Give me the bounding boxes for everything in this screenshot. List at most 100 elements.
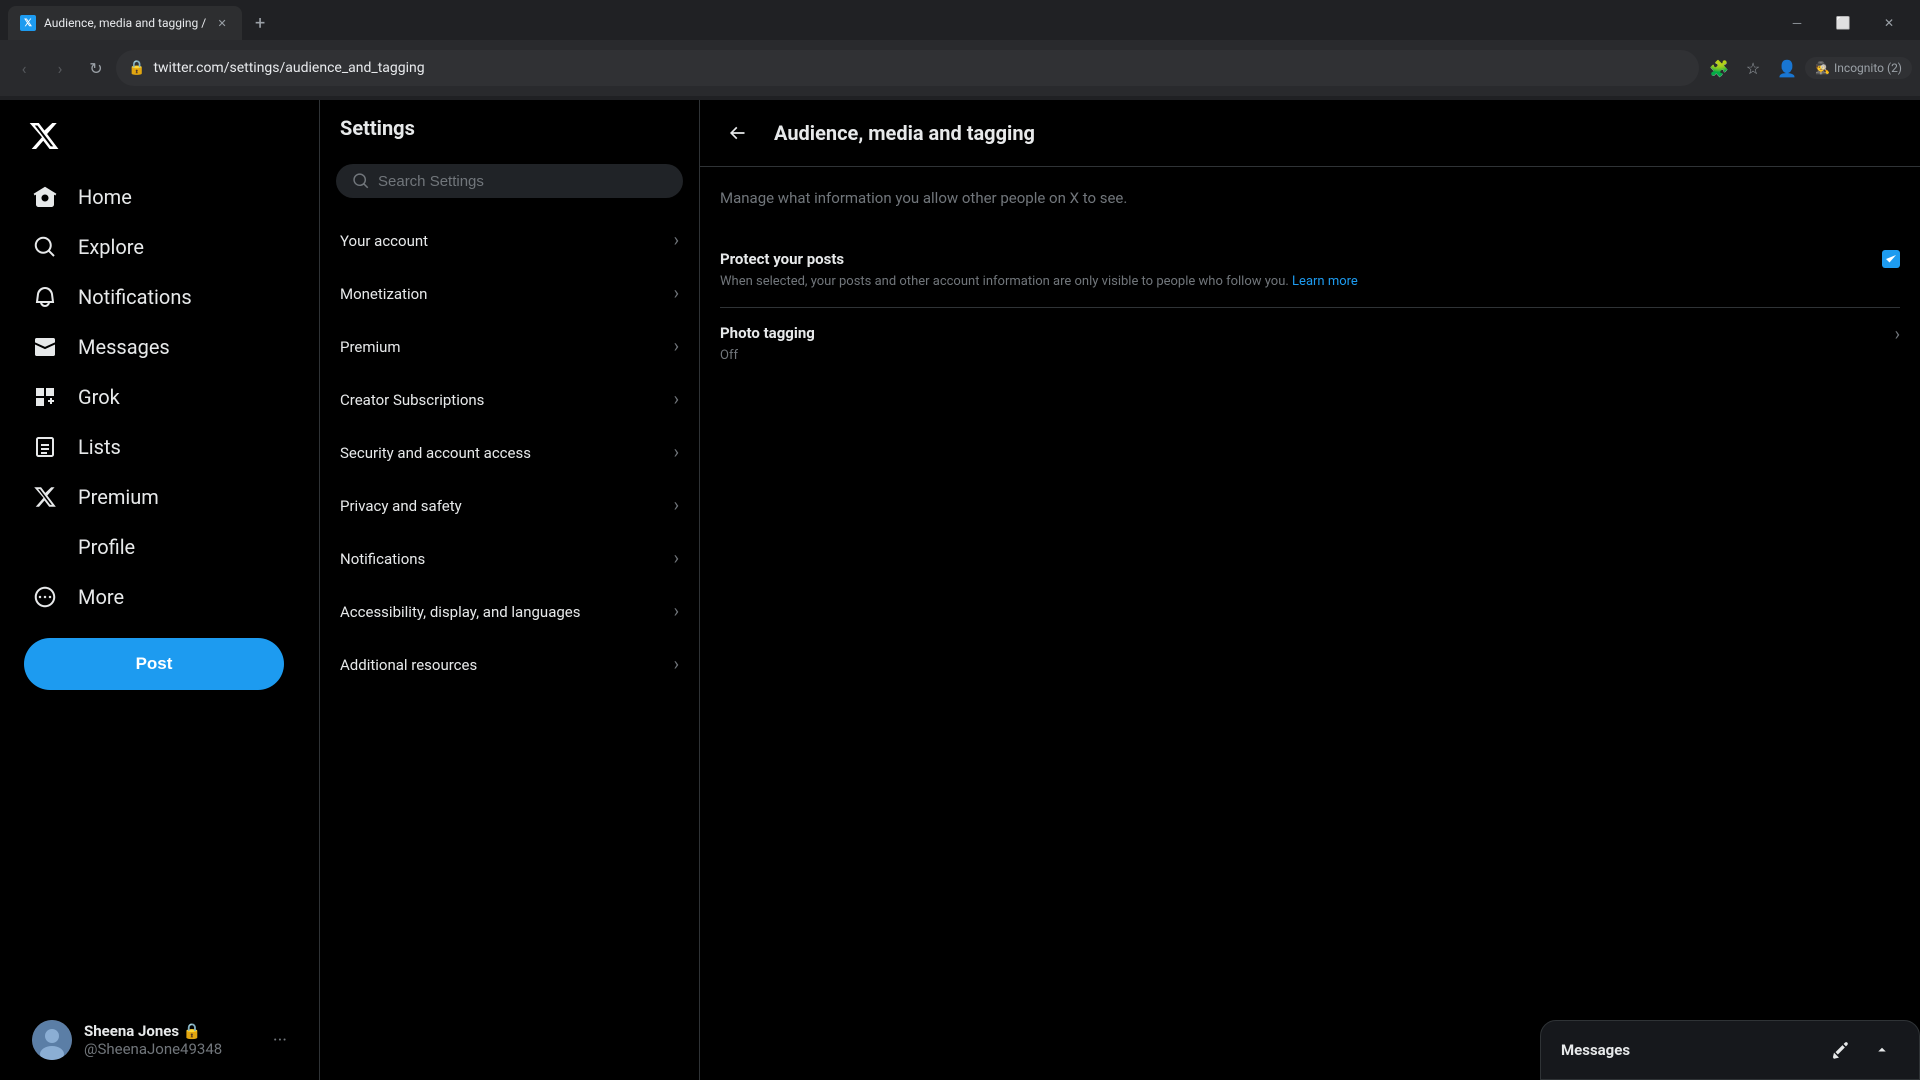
settings-item-additional[interactable]: Additional resources › bbox=[320, 638, 699, 691]
content-title: Audience, media and tagging bbox=[774, 121, 1035, 145]
settings-item-notifications[interactable]: Notifications › bbox=[320, 532, 699, 585]
sidebar-item-label-explore: Explore bbox=[78, 235, 144, 259]
browser-tabs: 𝕏 Audience, media and tagging / ✕ + ─ ⬜ … bbox=[0, 0, 1920, 40]
checkmark-icon bbox=[1885, 253, 1897, 265]
chevron-right-icon: › bbox=[674, 336, 679, 357]
bookmark-icon[interactable]: ☆ bbox=[1737, 52, 1769, 84]
profile-icon[interactable]: 👤 bbox=[1771, 52, 1803, 84]
content-header: Audience, media and tagging bbox=[700, 100, 1920, 167]
photo-tagging-control: › bbox=[1895, 324, 1900, 345]
mail-icon bbox=[32, 334, 58, 360]
protect-posts-checkbox[interactable] bbox=[1882, 250, 1900, 268]
messages-bubble-title: Messages bbox=[1561, 1041, 1630, 1059]
home-icon bbox=[32, 184, 58, 210]
sidebar-item-messages[interactable]: Messages bbox=[16, 322, 303, 372]
reload-button[interactable]: ↻ bbox=[80, 52, 112, 84]
chevron-right-icon: › bbox=[674, 495, 679, 516]
sidebar-item-lists[interactable]: Lists bbox=[16, 422, 303, 472]
list-icon bbox=[32, 434, 58, 460]
content-description: Manage what information you allow other … bbox=[720, 187, 1900, 210]
sidebar-item-label-messages: Messages bbox=[78, 335, 170, 359]
tab-title: Audience, media and tagging / bbox=[44, 16, 206, 30]
settings-item-text-premium: Premium bbox=[340, 338, 401, 356]
messages-bubble[interactable]: Messages bbox=[1540, 1020, 1920, 1080]
search-settings-container bbox=[320, 156, 699, 206]
compose-message-button[interactable] bbox=[1823, 1033, 1857, 1067]
settings-item-text-notifications: Notifications bbox=[340, 550, 425, 568]
settings-item-text-security: Security and account access bbox=[340, 444, 531, 462]
post-button[interactable]: Post bbox=[24, 638, 284, 690]
incognito-label: Incognito (2) bbox=[1834, 61, 1902, 75]
x-logo[interactable] bbox=[16, 108, 303, 168]
photo-tagging-title: Photo tagging bbox=[720, 324, 1875, 342]
chevron-right-icon: › bbox=[674, 654, 679, 675]
settings-item-your-account[interactable]: Your account › bbox=[320, 214, 699, 267]
user-info: Sheena Jones 🔒 @SheenaJone49348 bbox=[84, 1022, 261, 1058]
sidebar-item-home[interactable]: Home bbox=[16, 172, 303, 222]
sidebar-item-explore[interactable]: Explore bbox=[16, 222, 303, 272]
user-icon bbox=[32, 534, 58, 560]
incognito-icon: 🕵 bbox=[1815, 61, 1830, 75]
protect-posts-setting[interactable]: Protect your posts When selected, your p… bbox=[720, 234, 1900, 309]
chevron-right-icon: › bbox=[674, 283, 679, 304]
settings-item-premium[interactable]: Premium › bbox=[320, 320, 699, 373]
window-controls: ─ ⬜ ✕ bbox=[1774, 7, 1912, 39]
compose-icon bbox=[1831, 1041, 1849, 1059]
sidebar: Home Explore Notifications Messages Grok bbox=[0, 100, 320, 1080]
photo-tagging-info: Photo tagging Off bbox=[720, 324, 1875, 366]
tab-close-button[interactable]: ✕ bbox=[214, 15, 230, 31]
settings-panel: Settings Your account › Monetization › P… bbox=[320, 100, 700, 1080]
new-tab-button[interactable]: + bbox=[246, 9, 274, 37]
photo-tagging-setting[interactable]: Photo tagging Off › bbox=[720, 308, 1900, 382]
sidebar-item-label-home: Home bbox=[78, 185, 132, 209]
settings-item-text-additional: Additional resources bbox=[340, 656, 477, 674]
premium-icon bbox=[32, 484, 58, 510]
settings-item-monetization[interactable]: Monetization › bbox=[320, 267, 699, 320]
more-icon bbox=[32, 584, 58, 610]
settings-item-privacy[interactable]: Privacy and safety › bbox=[320, 479, 699, 532]
sidebar-item-more[interactable]: More bbox=[16, 572, 303, 622]
settings-item-text-monetization: Monetization bbox=[340, 285, 427, 303]
nav-right-controls: 🧩 ☆ 👤 🕵 Incognito (2) bbox=[1703, 52, 1912, 84]
sidebar-item-premium[interactable]: Premium bbox=[16, 472, 303, 522]
sidebar-item-grok[interactable]: Grok bbox=[16, 372, 303, 422]
bubble-actions bbox=[1823, 1033, 1899, 1067]
chevron-right-icon: › bbox=[674, 389, 679, 410]
active-tab[interactable]: 𝕏 Audience, media and tagging / ✕ bbox=[8, 6, 242, 40]
sidebar-item-label-premium: Premium bbox=[78, 485, 159, 509]
maximize-button[interactable]: ⬜ bbox=[1820, 7, 1866, 39]
address-bar[interactable]: 🔒 twitter.com/settings/audience_and_tagg… bbox=[116, 50, 1699, 86]
protect-posts-control bbox=[1882, 250, 1900, 268]
sidebar-item-label-notifications: Notifications bbox=[78, 285, 192, 309]
settings-item-accessibility[interactable]: Accessibility, display, and languages › bbox=[320, 585, 699, 638]
back-button[interactable] bbox=[720, 116, 754, 150]
chevron-right-icon: › bbox=[674, 601, 679, 622]
sidebar-item-label-more: More bbox=[78, 585, 124, 609]
close-button[interactable]: ✕ bbox=[1866, 7, 1912, 39]
minimize-button[interactable]: ─ bbox=[1774, 7, 1820, 39]
settings-item-security[interactable]: Security and account access › bbox=[320, 426, 699, 479]
avatar bbox=[32, 1020, 72, 1060]
settings-header: Settings bbox=[320, 100, 699, 156]
incognito-badge[interactable]: 🕵 Incognito (2) bbox=[1805, 57, 1912, 79]
app-container: Home Explore Notifications Messages Grok bbox=[0, 100, 1920, 1080]
search-icon bbox=[32, 234, 58, 260]
address-url: twitter.com/settings/audience_and_taggin… bbox=[153, 60, 1687, 76]
content-body: Manage what information you allow other … bbox=[700, 167, 1920, 402]
x-logo-svg bbox=[28, 120, 60, 152]
learn-more-link[interactable]: Learn more bbox=[1292, 274, 1358, 289]
user-more-dots: ··· bbox=[273, 1030, 287, 1051]
lock-icon: 🔒 bbox=[128, 60, 145, 76]
settings-item-text-your-account: Your account bbox=[340, 232, 428, 250]
extensions-icon[interactable]: 🧩 bbox=[1703, 52, 1735, 84]
collapse-messages-button[interactable] bbox=[1865, 1033, 1899, 1067]
settings-item-creator-subscriptions[interactable]: Creator Subscriptions › bbox=[320, 373, 699, 426]
sidebar-item-label-grok: Grok bbox=[78, 385, 120, 409]
sidebar-item-notifications[interactable]: Notifications bbox=[16, 272, 303, 322]
back-nav-button[interactable]: ‹ bbox=[8, 52, 40, 84]
sidebar-item-profile[interactable]: Profile bbox=[16, 522, 303, 572]
user-section[interactable]: Sheena Jones 🔒 @SheenaJone49348 ··· bbox=[16, 1008, 303, 1072]
forward-nav-button[interactable]: › bbox=[44, 52, 76, 84]
settings-list: Your account › Monetization › Premium › … bbox=[320, 206, 699, 699]
search-settings-input[interactable] bbox=[378, 173, 667, 190]
